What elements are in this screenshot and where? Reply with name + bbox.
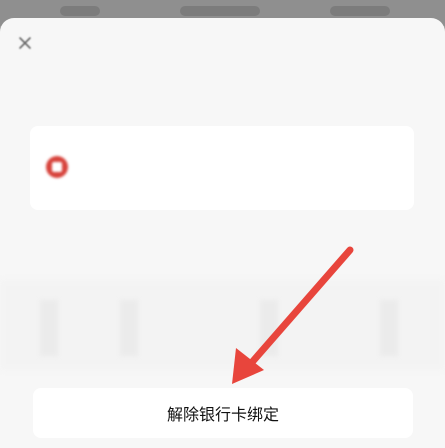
background-content [0, 280, 445, 370]
bank-card[interactable] [30, 126, 414, 210]
bottom-sheet [0, 18, 445, 448]
status-bar-item [180, 6, 260, 16]
status-bar-item [330, 6, 390, 16]
close-icon[interactable] [16, 34, 34, 52]
background-content [260, 300, 278, 356]
background-content [120, 300, 138, 356]
status-bar-item [60, 6, 100, 16]
background-content [380, 300, 398, 356]
unbind-card-button[interactable]: 解除银行卡绑定 [33, 388, 413, 438]
bank-logo-icon [46, 156, 68, 178]
background-content [40, 300, 58, 356]
